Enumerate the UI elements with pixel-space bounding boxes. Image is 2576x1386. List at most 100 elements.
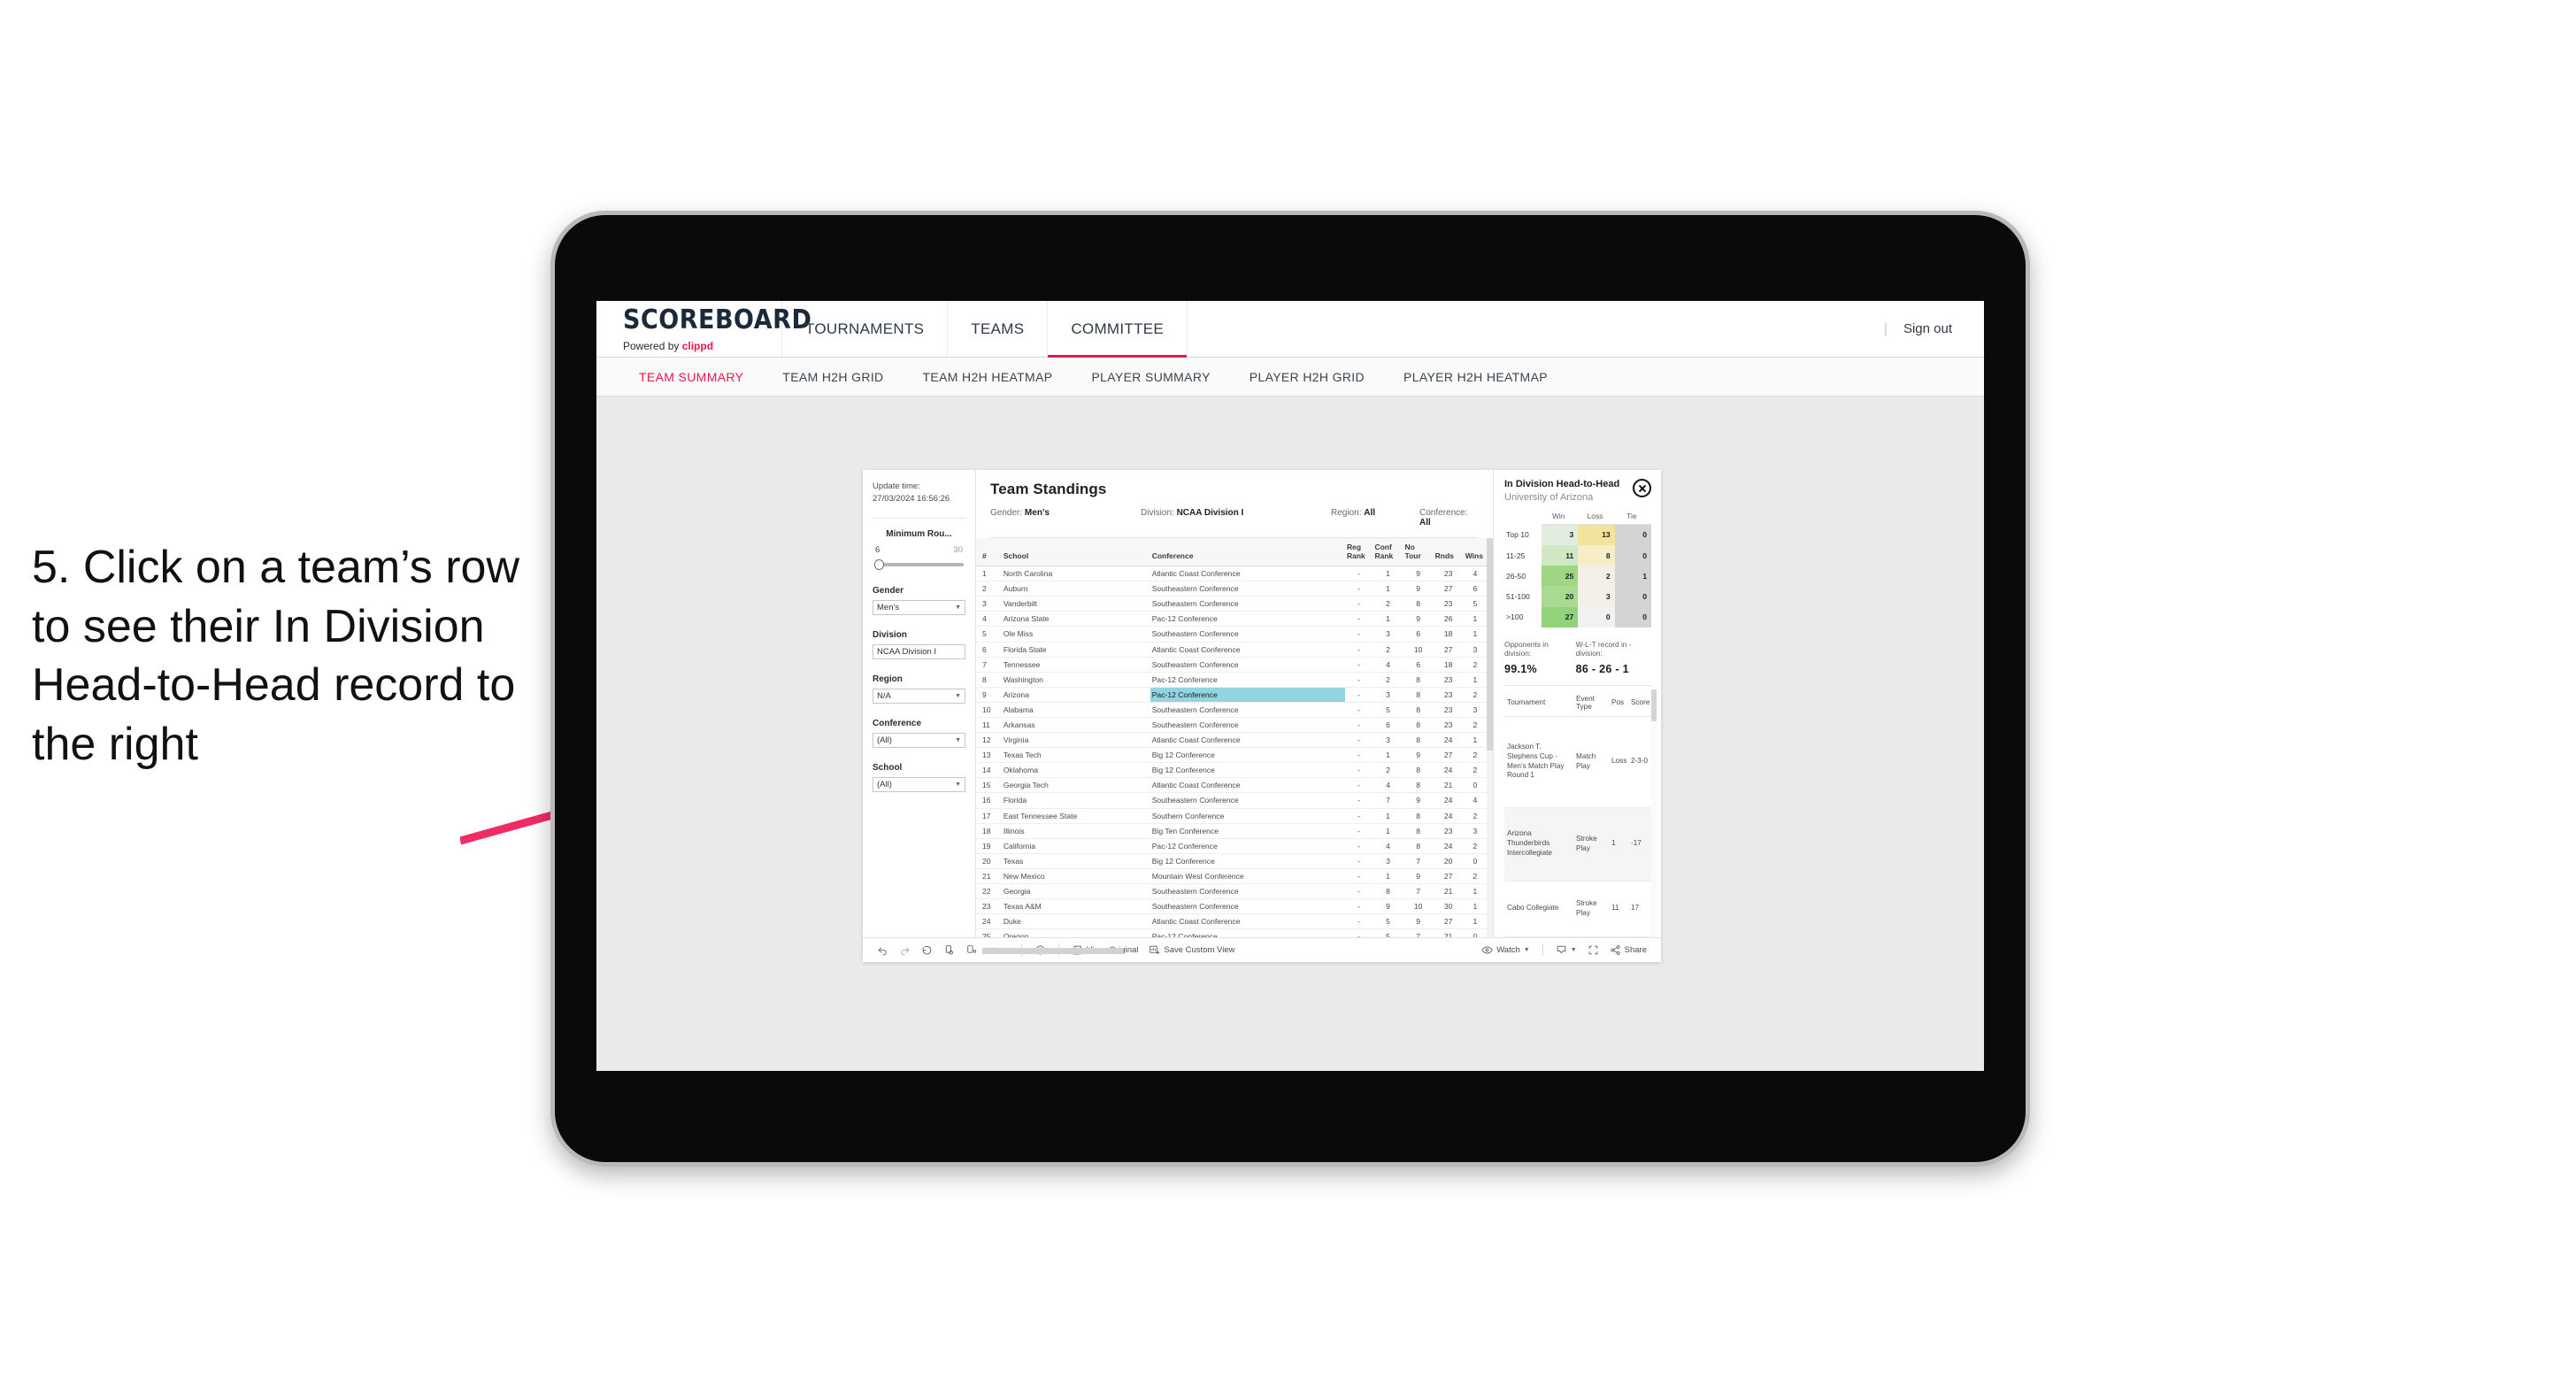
cell-reg-rank: - (1344, 642, 1373, 658)
col-header-rank[interactable]: # (976, 538, 1002, 567)
table-row[interactable]: 7 Tennessee Southeastern Conference -4 6 18 2 (976, 657, 1487, 673)
tournament-row[interactable]: Arizona Thunderbirds Intercollegiate Stro… (1504, 807, 1651, 882)
table-row[interactable]: 12 Virginia Atlantic Coast Conference -3 8 24… (976, 732, 1487, 749)
cell-no-tour: 10 (1403, 898, 1434, 915)
chevron-down-icon: ▼ (955, 692, 961, 699)
table-row[interactable]: 2 Auburn Southeastern Conference -1 9 27 6 (976, 581, 1487, 597)
head-to-head-panel: In Division Head-to-Head University of A… (1493, 470, 1661, 938)
cell-conf-rank: 9 (1373, 898, 1403, 915)
tournament-row[interactable]: Jackson T. Stephens Cup - Men’s Match Pl… (1504, 716, 1651, 808)
slider-min-value: 6 (875, 544, 880, 555)
table-row[interactable]: 16 Florida Southeastern Conference -7 9 24 4 (976, 792, 1487, 809)
table-row[interactable]: 11 Arkansas Southeastern Conference -6 8 23 2 (976, 717, 1487, 734)
cell-no-tour: 8 (1403, 808, 1434, 824)
table-row[interactable]: 18 Illinois Big Ten Conference -1 8 23 3 (976, 823, 1487, 839)
revert-icon[interactable] (916, 944, 938, 956)
tournament-row[interactable]: Cabo Collegiate Stroke Play 11 17 (1504, 881, 1651, 938)
tab-team-summary[interactable]: TEAM SUMMARY (619, 370, 763, 384)
stat-opponents-value: 99.1% (1504, 662, 1537, 675)
table-row[interactable]: 9 Arizona Pac-12 Conference -3 8 23 2 (976, 687, 1487, 703)
filter-gender-select[interactable]: Men’s ▼ (873, 599, 965, 615)
tournaments-scrollbar[interactable] (1651, 689, 1657, 937)
cell-conf-rank: 1 (1373, 808, 1403, 824)
table-row[interactable]: 6 Florida State Atlantic Coast Conference -… (976, 642, 1487, 658)
table-row[interactable]: 19 California Pac-12 Conference -4 8 24 2 (976, 838, 1487, 854)
stat-opponents-in-division: Opponents in division: 99.1% (1504, 640, 1576, 675)
fullscreen-icon[interactable] (1582, 944, 1604, 956)
table-row[interactable]: 20 Texas Big 12 Conference -3 7 20 0 (976, 853, 1487, 869)
col-header-school[interactable]: School (1001, 538, 1150, 567)
tournament-event-type: Stroke Play (1573, 881, 1609, 938)
tab-player-summary[interactable]: PLAYER SUMMARY (1072, 370, 1229, 384)
undo-icon[interactable] (872, 944, 894, 956)
topnav-item-tournaments[interactable]: TOURNAMENTS (782, 301, 949, 357)
share-button[interactable]: Share (1604, 944, 1652, 956)
close-icon[interactable] (1633, 479, 1651, 497)
table-row[interactable]: 1 North Carolina Atlantic Coast Conference… (976, 566, 1487, 582)
table-row[interactable]: 8 Washington Pac-12 Conference -2 8 23 1 (976, 672, 1487, 688)
brand-logo[interactable]: SCOREBOARD Powered by clippd (596, 301, 812, 357)
table-row[interactable]: 10 Alabama Southeastern Conference -5 8 23 3 (976, 702, 1487, 718)
table-row[interactable]: 22 Georgia Southeastern Conference -8 7 21 1 (976, 883, 1487, 900)
tab-team-h2h-grid[interactable]: TEAM H2H GRID (763, 370, 903, 384)
table-row[interactable]: 15 Georgia Tech Atlantic Coast Conference -… (976, 777, 1487, 794)
tab-team-h2h-heatmap[interactable]: TEAM H2H HEATMAP (904, 370, 1073, 384)
minimum-rounds-slider[interactable] (873, 558, 965, 571)
scrollbar-thumb[interactable] (982, 948, 1124, 955)
col-header-reg-rank[interactable]: Reg Rank (1344, 538, 1373, 567)
col-header-no-tour[interactable]: No Tour (1403, 538, 1434, 567)
tab-player-h2h-heatmap[interactable]: PLAYER H2H HEATMAP (1384, 370, 1567, 384)
cell-wins: 2 (1463, 747, 1487, 764)
stat-wlt-label: W-L-T record in -division: (1575, 639, 1632, 658)
filter-region-select[interactable]: N/A ▼ (873, 688, 965, 704)
minimum-rounds-filter: Minimum Rou... 6 30 (873, 529, 965, 571)
vertical-scrollbar[interactable] (1487, 538, 1493, 937)
h2h-cell-tie: 0 (1614, 544, 1651, 566)
table-row[interactable]: 21 New Mexico Mountain West Conference -1 9 2… (976, 868, 1487, 885)
table-row[interactable]: 5 Ole Miss Southeastern Conference -3 6 18 1 (976, 626, 1487, 643)
filter-division-select[interactable]: NCAA Division I (873, 643, 965, 659)
tab-player-h2h-grid[interactable]: PLAYER H2H GRID (1230, 370, 1384, 384)
topnav-item-teams[interactable]: TEAMS (948, 301, 1049, 357)
table-row[interactable]: 13 Texas Tech Big 12 Conference -1 9 27 2 (976, 747, 1487, 764)
scrollbar-thumb[interactable] (1651, 689, 1657, 721)
cell-no-tour: 9 (1403, 566, 1434, 582)
cell-conf-rank: 5 (1373, 702, 1403, 718)
col-header-conference[interactable]: Conference (1150, 538, 1345, 567)
download-icon[interactable]: ▼ (1550, 944, 1582, 956)
cell-no-tour: 10 (1403, 642, 1434, 658)
brand-title: SCOREBOARD (623, 304, 812, 335)
cell-no-tour: 8 (1403, 596, 1434, 612)
table-row[interactable]: 14 Oklahoma Big 12 Conference -2 8 24 2 (976, 762, 1487, 779)
cell-reg-rank: - (1344, 657, 1373, 673)
h2h-cell-loss: 8 (1578, 544, 1615, 566)
col-header-rnds[interactable]: Rnds (1433, 538, 1464, 567)
topnav-item-committee[interactable]: COMMITTEE (1048, 301, 1188, 358)
table-row[interactable]: 24 Duke Atlantic Coast Conference -5 9 27 1 (976, 913, 1487, 930)
filter-school-select[interactable]: (All) ▼ (873, 776, 965, 792)
redo-icon[interactable] (894, 944, 916, 956)
cell-wins: 1 (1463, 898, 1487, 915)
watch-button[interactable]: Watch ▼ (1476, 944, 1535, 956)
col-header-wins[interactable]: Wins (1463, 538, 1487, 567)
h2h-heatmap-body: Top 10 3 13 0 11-25 11 8 0 26-50 25 2 1 51-100 20 3 0 >1… (1504, 524, 1651, 628)
table-row[interactable]: 3 Vanderbilt Southeastern Conference -2 8 23 5 (976, 596, 1487, 612)
h2h-cell-tie: 0 (1614, 586, 1651, 607)
pause-icon[interactable] (960, 944, 982, 956)
cell-school: Arizona State (1001, 611, 1150, 628)
table-row[interactable]: 4 Arizona State Pac-12 Conference -1 9 26 1 (976, 611, 1487, 628)
h2h-cell-tie: 1 (1614, 566, 1651, 587)
cell-wins: 3 (1463, 702, 1487, 718)
table-row[interactable]: 23 Texas A&M Southeastern Conference -9 10 30… (976, 898, 1487, 915)
h2h-cell-win: 11 (1542, 544, 1579, 566)
filter-conference-select[interactable]: (All) ▼ (873, 732, 965, 748)
tournament-name: Jackson T. Stephens Cup - Men’s Match Pl… (1504, 716, 1573, 808)
sign-out-link[interactable]: Sign out (1903, 321, 1952, 336)
h2h-header-row: Win Loss Tie (1504, 509, 1651, 525)
save-custom-view-button[interactable]: Save Custom View (1143, 944, 1240, 956)
refresh-icon[interactable] (938, 944, 960, 956)
slider-handle[interactable] (874, 558, 884, 570)
table-row[interactable]: 17 East Tennessee State Southern Conferenc… (976, 808, 1487, 824)
col-header-conf-rank[interactable]: Conf Rank (1373, 538, 1403, 567)
scrollbar-thumb[interactable] (1487, 538, 1493, 751)
